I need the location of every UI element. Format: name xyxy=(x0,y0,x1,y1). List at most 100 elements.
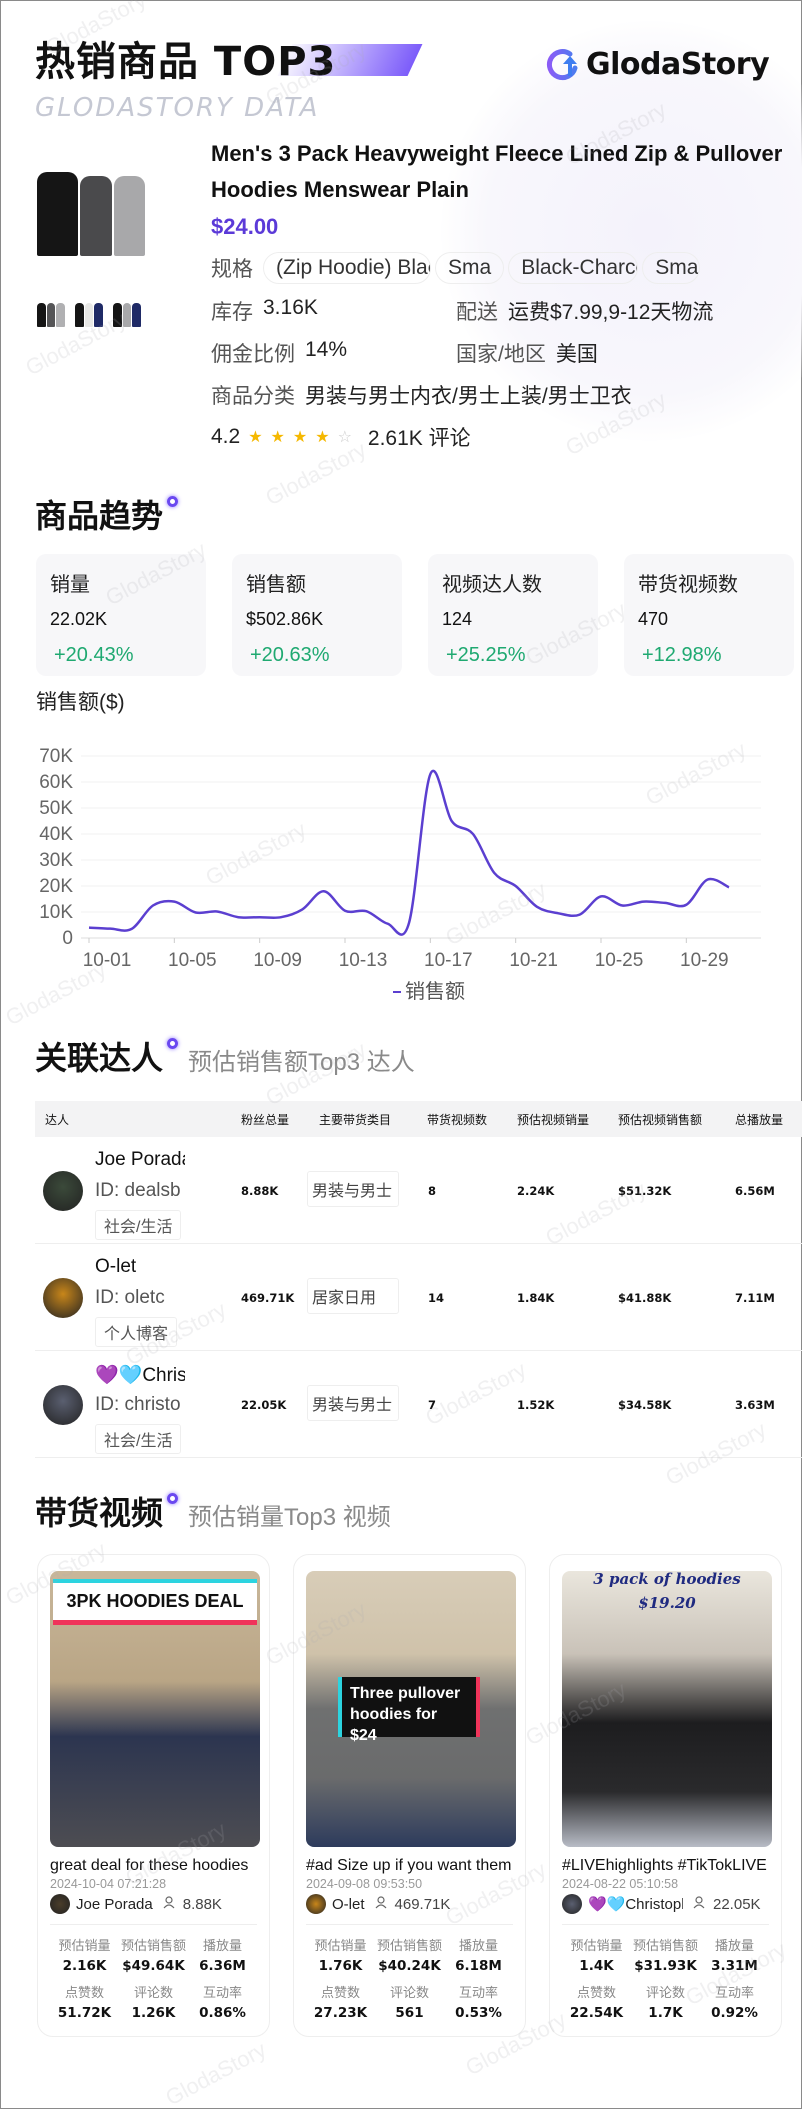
author-fans: 22.05K xyxy=(713,1895,761,1913)
ring-dot-icon xyxy=(167,1038,179,1049)
metric-label: 视频达人数 xyxy=(442,574,542,596)
table-row[interactable]: 💜🩵Chris ID: christo 社会/生活 22.05K 男装与男士 7… xyxy=(35,1351,802,1458)
divider xyxy=(50,1924,257,1925)
stat-value: 1.76K xyxy=(318,1958,363,1974)
product-image[interactable] xyxy=(37,166,145,256)
stock-label: 库存 xyxy=(211,301,253,324)
x-tick-label: 10-13 xyxy=(339,950,388,971)
influencer-tag: 社会/生活 xyxy=(95,1210,182,1240)
video-title[interactable]: #ad Size up if you want them xyxy=(306,1857,516,1875)
star-filled-icon: ★ xyxy=(248,429,271,446)
column-header[interactable]: 达人 xyxy=(45,1111,69,1128)
video-card[interactable]: 3PK HOODIES DEAL great deal for these ho… xyxy=(37,1554,270,2037)
column-header[interactable]: 总播放量 xyxy=(735,1111,783,1128)
influencer-name[interactable]: Joe Porada xyxy=(95,1149,185,1171)
stat-label: 预估销售额 xyxy=(376,1938,442,1953)
stat-label: 评论数 xyxy=(645,1985,685,2000)
column-header[interactable]: 带货视频数 xyxy=(427,1111,487,1128)
spec-chip[interactable]: (Zip Hoodie) Black- xyxy=(263,252,431,284)
x-tick-label: 10-17 xyxy=(424,950,473,971)
influencer-id: ID: oletc xyxy=(95,1287,165,1308)
category-chip: 男装与男士 xyxy=(307,1385,399,1421)
table-header: 达人 粉丝总量 主要带货类目 带货视频数 预估视频销量 预估视频销售额 总播放量 xyxy=(35,1101,802,1137)
fans-count: 8.88K xyxy=(241,1184,279,1198)
video-overlay-text: 3 pack of hoodies $19.20 xyxy=(593,1571,741,1612)
avatar[interactable] xyxy=(43,1385,83,1425)
stat-value: 1.4K xyxy=(579,1958,614,1974)
spec-chip[interactable]: Sma xyxy=(642,252,701,284)
stat-value: 27.23K xyxy=(313,2005,368,2021)
avatar[interactable] xyxy=(43,1278,83,1318)
metric-change: +20.63% xyxy=(250,644,330,666)
legend-label[interactable]: 销售额 xyxy=(405,980,465,1003)
video-author[interactable]: 💜🩵Christopher 22.05K xyxy=(562,1894,769,1914)
video-author[interactable]: Joe Porada 8.88K xyxy=(50,1894,257,1914)
y-tick-label: 60K xyxy=(39,772,73,793)
fans-icon xyxy=(163,1895,177,1913)
series-line-0 xyxy=(88,769,730,936)
page-subtitle: GLODASTORY DATA xyxy=(35,93,320,123)
metric-change: +25.25% xyxy=(446,644,526,666)
metric-value: 22.02K xyxy=(50,609,108,629)
section-subtitle: 预估销量Top3 视频 xyxy=(188,1504,391,1531)
table-row[interactable]: O-let ID: oletc 个人博客 469.71K 居家日用 14 1.8… xyxy=(35,1244,802,1351)
video-stats: 预估销量 预估销售额 播放量 1.4K $31.93K 3.31M 点赞数 评论数 互动率 … xyxy=(562,1935,769,2025)
video-title[interactable]: #LIVEhighlights #TikTokLIVE xyxy=(562,1857,772,1875)
commission-region-row: 佣金比例 14% 国家/地区 美国 xyxy=(211,338,791,368)
stat-label: 预估销售额 xyxy=(120,1938,186,1953)
category-value: 男装与男士内衣/男士上装/男士卫衣 xyxy=(305,385,632,408)
metric-label: 销量 xyxy=(50,574,90,596)
variant-thumbnail[interactable] xyxy=(75,303,104,327)
fans-icon xyxy=(375,1895,389,1913)
section-heading: 关联达人 xyxy=(35,1039,164,1077)
brand-logo: GlodaStory xyxy=(546,47,770,82)
video-card[interactable]: 3 pack of hoodies $19.20 #LIVEhighlights… xyxy=(549,1554,782,2037)
variant-thumbnail[interactable] xyxy=(37,303,66,327)
stat-label: 互动率 xyxy=(714,1985,754,2000)
column-header[interactable]: 主要带货类目 xyxy=(319,1111,391,1128)
video-count: 7 xyxy=(428,1398,437,1412)
category-chip: 居家日用 xyxy=(307,1278,399,1314)
video-card[interactable]: Three pullover hoodies for $24 #ad Size … xyxy=(293,1554,526,2037)
stat-label: 播放量 xyxy=(714,1938,754,1953)
metric-value: 470 xyxy=(638,609,669,629)
spec-chip[interactable]: Black-Charco xyxy=(508,252,639,284)
column-header[interactable]: 预估视频销售额 xyxy=(618,1111,702,1128)
shipping-value: 运费$7.99,9-12天物流 xyxy=(508,301,714,324)
variant-thumbnail[interactable] xyxy=(113,303,142,327)
est-sales: 1.52K xyxy=(517,1398,555,1412)
column-header[interactable]: 预估视频销量 xyxy=(517,1111,589,1128)
video-thumbnail[interactable]: Three pullover hoodies for $24 xyxy=(306,1571,516,1847)
video-date: 2024-09-08 09:53:50 xyxy=(306,1877,423,1891)
x-tick-label: 10-01 xyxy=(83,950,132,971)
influencer-name[interactable]: 💜🩵Chris xyxy=(95,1363,185,1387)
hoodie-swatch xyxy=(113,303,122,327)
metric-change: +20.43% xyxy=(54,644,134,666)
video-count: 14 xyxy=(428,1291,445,1305)
stat-label: 播放量 xyxy=(458,1938,498,1953)
column-header[interactable]: 粉丝总量 xyxy=(241,1111,289,1128)
category-row: 商品分类 男装与男士内衣/男士上装/男士卫衣 xyxy=(211,380,791,410)
divider xyxy=(562,1924,769,1925)
avatar[interactable] xyxy=(43,1171,83,1211)
stat-value: 0.53% xyxy=(455,2005,502,2021)
video-thumbnail[interactable]: 3 pack of hoodies $19.20 xyxy=(562,1571,772,1847)
stat-value: 3.31M xyxy=(711,1958,758,1974)
influencer-name[interactable]: O-let xyxy=(95,1256,185,1278)
metric-cards: 销量 22.02K +20.43% 销售额 $502.86K +20.63% 视频达… xyxy=(36,554,794,676)
stat-value: 6.36M xyxy=(199,1958,246,1974)
table-row[interactable]: Joe Porada ID: dealsb 社会/生活 8.88K 男装与男士 … xyxy=(35,1137,802,1244)
y-tick-label: 50K xyxy=(39,798,73,819)
video-author[interactable]: O-let 469.71K xyxy=(306,1894,513,1914)
category-chip: 男装与男士 xyxy=(307,1171,399,1207)
stat-value: 1.26K xyxy=(131,2005,176,2021)
video-title[interactable]: great deal for these hoodies xyxy=(50,1857,260,1875)
x-tick-label: 10-21 xyxy=(509,950,558,971)
hoodie-figure xyxy=(37,172,79,256)
spec-chip[interactable]: Sma xyxy=(435,252,505,284)
video-thumbnail[interactable]: 3PK HOODIES DEAL xyxy=(50,1571,260,1847)
metric-label: 带货视频数 xyxy=(638,574,738,596)
video-overlay-text: Three pullover hoodies for $24 xyxy=(338,1677,480,1744)
section-title-videos: 带货视频 预估销量Top3 视频 xyxy=(35,1488,391,1534)
product-name[interactable]: Men's 3 Pack Heavyweight Fleece Lined Zi… xyxy=(211,136,791,208)
